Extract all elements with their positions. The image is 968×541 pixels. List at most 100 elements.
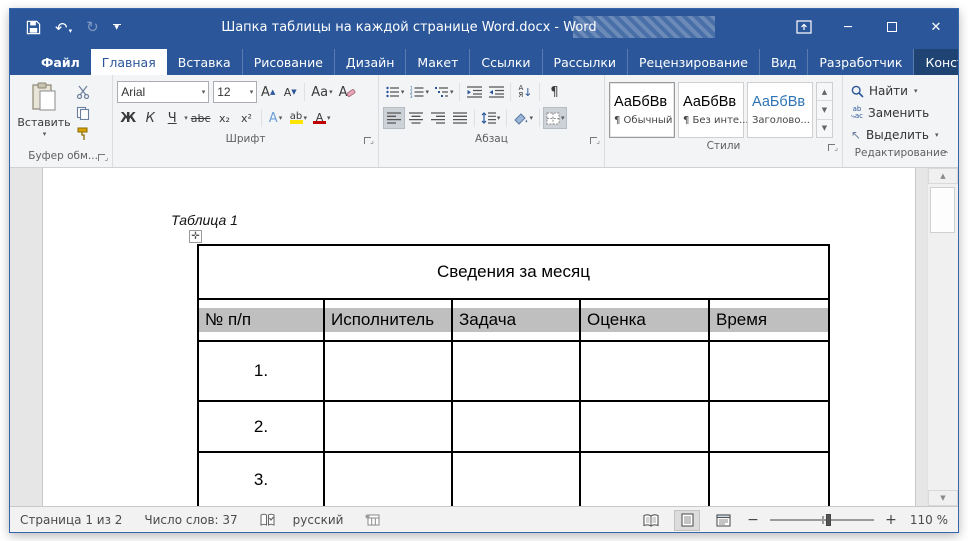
read-mode-icon[interactable] — [638, 510, 664, 531]
tab-table-design-contextual[interactable]: Конструктор — [914, 49, 959, 75]
proofing-icon[interactable] — [260, 513, 275, 527]
subscript-button[interactable]: x₂ — [214, 107, 236, 129]
header-cell-number[interactable]: № п/п — [198, 299, 324, 341]
style-normal[interactable]: АаБбВв ¶ Обычный — [609, 82, 675, 138]
select-button[interactable]: ↖ Выделить▾ — [847, 125, 954, 145]
align-right-button[interactable] — [427, 107, 449, 129]
print-layout-icon[interactable] — [674, 510, 700, 531]
row-number-cell[interactable]: 2. — [198, 401, 324, 452]
multilevel-list-button[interactable]: ▾ — [432, 81, 457, 103]
align-center-button[interactable] — [405, 107, 427, 129]
save-icon[interactable] — [26, 20, 41, 35]
tab-developer[interactable]: Разработчик — [808, 49, 914, 75]
style-heading1[interactable]: АаБбВв Заголово... — [747, 82, 813, 138]
shrink-font-button[interactable]: А▼ — [279, 81, 301, 103]
collapse-ribbon-icon[interactable]: ⌃ — [942, 150, 950, 161]
web-layout-icon[interactable] — [710, 510, 736, 531]
decrease-indent-icon[interactable] — [463, 81, 485, 103]
redo-icon: ↻ — [86, 20, 99, 35]
replace-button[interactable]: ab⤷ac Заменить — [847, 103, 954, 123]
row-number-cell[interactable]: 1. — [198, 341, 324, 401]
grow-font-button[interactable]: А▲ — [257, 81, 279, 103]
table-title-cell[interactable]: Сведения за месяц — [198, 245, 829, 299]
tab-design[interactable]: Дизайн — [335, 49, 407, 75]
zoom-slider[interactable] — [770, 513, 874, 527]
copy-icon[interactable] — [72, 104, 94, 122]
justify-button[interactable] — [449, 107, 471, 129]
text-effects-button[interactable]: А▾ — [265, 107, 287, 129]
cut-icon[interactable] — [72, 83, 94, 101]
word-count[interactable]: Число слов: 37 — [144, 513, 237, 527]
document-page[interactable]: Таблица 1 ✛ Сведения за месяц № п/п Испо… — [42, 168, 916, 506]
sort-button[interactable]: АЯ↓ — [514, 81, 536, 103]
window-controls: ─ ✕ — [782, 9, 958, 45]
minimize-button[interactable]: ─ — [826, 9, 870, 45]
highlight-color-button[interactable]: ab▾ — [287, 107, 311, 129]
paste-button[interactable]: Вставить ▾ — [18, 79, 70, 148]
font-dialog-launcher[interactable] — [362, 135, 373, 146]
show-formatting-marks-button[interactable]: ¶ — [543, 81, 565, 103]
row-number-cell[interactable]: 3. — [198, 452, 324, 506]
table-caption: Таблица 1 — [171, 212, 238, 228]
qat-customize-icon[interactable]: ▼ — [113, 24, 121, 30]
close-button[interactable]: ✕ — [914, 9, 958, 45]
align-left-button[interactable] — [383, 107, 405, 129]
clipboard-dialog-launcher[interactable] — [96, 152, 107, 163]
tab-layout[interactable]: Макет — [406, 49, 470, 75]
scroll-up-icon[interactable]: ▲ — [928, 168, 958, 184]
tab-home[interactable]: Главная — [91, 49, 167, 75]
tab-file[interactable]: Файл — [30, 49, 91, 75]
superscript-button[interactable]: x² — [236, 107, 258, 129]
shading-button[interactable]: ▾ — [510, 107, 536, 129]
tab-references[interactable]: Ссылки — [470, 49, 542, 75]
font-size-combo[interactable]: 12▾ — [213, 81, 257, 103]
zoom-level[interactable]: 110 % — [908, 513, 948, 527]
table-move-handle[interactable]: ✛ — [189, 230, 202, 243]
vertical-scrollbar[interactable]: ▲ ▼ — [927, 168, 958, 506]
header-cell-time[interactable]: Время — [709, 299, 829, 341]
bullets-button[interactable]: ▾ — [383, 81, 408, 103]
document-table[interactable]: Сведения за месяц № п/п Исполнитель Зада… — [197, 244, 830, 506]
line-spacing-button[interactable]: ▾ — [478, 107, 504, 129]
format-painter-icon[interactable] — [72, 125, 94, 143]
styles-dialog-launcher[interactable] — [826, 142, 837, 153]
italic-button[interactable]: К — [139, 107, 161, 129]
scroll-down-icon[interactable]: ▼ — [928, 490, 958, 506]
header-cell-grade[interactable]: Оценка — [580, 299, 709, 341]
header-cell-executor[interactable]: Исполнитель — [324, 299, 452, 341]
strikethrough-button[interactable]: abc — [188, 107, 214, 129]
find-button[interactable]: Найти▾ — [847, 81, 954, 101]
group-paragraph: ▾ 123▾ ▾ АЯ↓ ¶ ▾ — [379, 75, 605, 167]
increase-indent-icon[interactable] — [485, 81, 507, 103]
zoom-slider-handle[interactable] — [826, 514, 831, 526]
tab-mailings[interactable]: Рассылки — [543, 49, 628, 75]
tab-draw[interactable]: Рисование — [243, 49, 335, 75]
font-color-button[interactable]: А▾ — [310, 107, 334, 129]
undo-button[interactable]: ↶▾ — [55, 18, 72, 37]
underline-button[interactable]: Ч — [161, 107, 183, 129]
ribbon-display-options-icon[interactable] — [782, 9, 826, 45]
clear-formatting-button[interactable]: А — [336, 81, 360, 103]
group-styles: АаБбВв ¶ Обычный АаБбВв ¶ Без инте... Аа… — [605, 75, 843, 167]
language-indicator[interactable]: русский — [293, 513, 344, 527]
zoom-in-button[interactable]: + — [884, 512, 898, 528]
styles-gallery-scroll[interactable]: ▲ ▼ ▼ — [816, 82, 833, 138]
zoom-out-button[interactable]: − — [746, 512, 760, 528]
bold-button[interactable]: Ж — [117, 107, 139, 129]
macro-recording-icon[interactable] — [365, 514, 380, 526]
paragraph-dialog-launcher[interactable] — [588, 135, 599, 146]
numbering-button[interactable]: 123▾ — [407, 81, 432, 103]
header-cell-task[interactable]: Задача — [452, 299, 580, 341]
scrollbar-thumb[interactable] — [930, 187, 955, 233]
maximize-button[interactable] — [870, 9, 914, 45]
change-case-button[interactable]: Аа▾ — [308, 81, 335, 103]
page-indicator[interactable]: Страница 1 из 2 — [20, 513, 122, 527]
borders-button[interactable]: ▾ — [543, 107, 568, 129]
tab-insert[interactable]: Вставка — [167, 49, 243, 75]
style-no-spacing[interactable]: АаБбВв ¶ Без инте... — [678, 82, 744, 138]
font-name-combo[interactable]: Arial▾ — [117, 81, 209, 103]
tab-review[interactable]: Рецензирование — [628, 49, 760, 75]
paste-dropdown[interactable]: ▾ — [43, 130, 47, 138]
tab-view[interactable]: Вид — [760, 49, 808, 75]
font-group-label: Шрифт — [117, 131, 374, 150]
